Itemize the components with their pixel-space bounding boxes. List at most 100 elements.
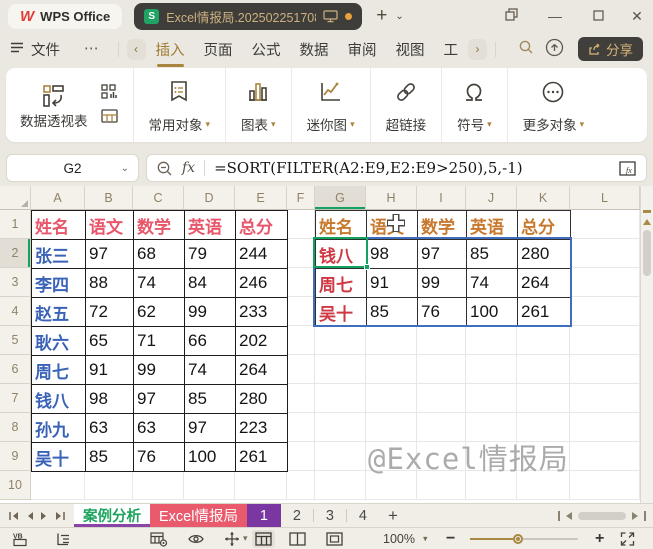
grid-cell-A10[interactable] [31, 471, 85, 500]
row-header-4[interactable]: 4 [0, 297, 31, 326]
wps-home-button[interactable]: W WPS Office [8, 4, 122, 29]
column-header-J[interactable]: J [466, 186, 517, 210]
outline-pane-button[interactable] [55, 531, 71, 546]
grid-cell-G5[interactable] [315, 326, 366, 355]
ribbon-scroll-left-button[interactable]: ‹ [127, 39, 146, 60]
fx-table-icon[interactable]: fx [618, 160, 637, 177]
grid-cell-K10[interactable] [517, 471, 570, 500]
table-cell[interactable]: 261 [236, 443, 288, 472]
table-cell[interactable]: 97 [418, 240, 467, 269]
table-header-cell[interactable]: 总分 [236, 211, 288, 240]
row-header-1[interactable]: 1 [0, 210, 31, 239]
table-cell[interactable]: 202 [236, 327, 288, 356]
pivot-table-button[interactable]: 数据透视表 [20, 83, 88, 130]
grid-cell-F1[interactable] [287, 210, 315, 239]
grid-cell-K5[interactable] [517, 326, 570, 355]
formula-input[interactable]: fx =SORT(FILTER(A2:E9,E2:E9>250),5,-1) f… [146, 154, 647, 182]
common-objects-button[interactable]: 常用对象▾ [133, 68, 226, 142]
table-cell[interactable]: 周七 [32, 356, 86, 385]
table-cell[interactable]: 261 [518, 298, 571, 327]
grid-cell-L3[interactable] [570, 268, 640, 297]
table-cell[interactable]: 233 [236, 298, 288, 327]
add-sheet-button[interactable]: + [379, 504, 407, 527]
sparkline-button[interactable]: 迷你图▾ [291, 68, 370, 142]
grid-cell-K8[interactable] [517, 413, 570, 442]
table-cell[interactable]: 223 [236, 414, 288, 443]
table-cell[interactable]: 76 [134, 443, 185, 472]
row-header-8[interactable]: 8 [0, 413, 31, 442]
column-header-G[interactable]: G [315, 186, 366, 210]
zoom-slider[interactable] [470, 538, 578, 540]
table-cell[interactable]: 76 [418, 298, 467, 327]
upload-cloud-icon[interactable] [545, 38, 564, 61]
vertical-scroll-thumb[interactable] [643, 230, 651, 276]
grid-cell-J7[interactable] [466, 384, 517, 413]
share-button[interactable]: 分享 [578, 37, 643, 61]
menu-tab-formulas[interactable]: 公式 [252, 34, 281, 65]
last-sheet-button[interactable] [54, 511, 66, 521]
table-cell[interactable]: 钱八 [316, 240, 367, 269]
scroll-left-icon[interactable] [566, 512, 572, 520]
grid-cell-G10[interactable] [315, 471, 366, 500]
grid-cell-L9[interactable] [570, 442, 640, 471]
grid-cell-J9[interactable] [466, 442, 517, 471]
table-cell[interactable]: 264 [236, 356, 288, 385]
selection-move-button[interactable]: ▾ [224, 531, 248, 547]
grid-cell-J5[interactable] [466, 326, 517, 355]
table-cell[interactable]: 85 [367, 298, 418, 327]
table-cell[interactable]: 97 [86, 240, 134, 269]
table-cell[interactable]: 99 [418, 269, 467, 298]
grid-cell-F10[interactable] [287, 471, 315, 500]
row-header-6[interactable]: 6 [0, 355, 31, 384]
menu-file[interactable]: 文件 [31, 39, 60, 60]
column-header-C[interactable]: C [133, 186, 184, 210]
sheet-tab-excel-intel[interactable]: Excel情报局 [150, 504, 247, 527]
select-all-corner[interactable] [0, 186, 31, 210]
table-cell[interactable]: 100 [185, 443, 236, 472]
table-cell[interactable]: 97 [185, 414, 236, 443]
search-icon[interactable] [518, 39, 534, 59]
zoom-slider-thumb[interactable] [513, 534, 523, 544]
table-cell[interactable]: 吴十 [316, 298, 367, 327]
window-maximize-button[interactable] [589, 7, 607, 25]
page-break-view-button[interactable] [326, 532, 343, 546]
table-header-cell[interactable]: 数学 [418, 211, 467, 240]
zoom-chevron-icon[interactable]: ▾ [423, 533, 428, 544]
table-header-cell[interactable]: 英语 [467, 211, 518, 240]
grid-cell-H8[interactable] [366, 413, 417, 442]
source-table[interactable]: 姓名语文数学英语总分张三976879244李四887484246赵五726299… [31, 210, 288, 472]
previous-sheet-button[interactable] [26, 511, 34, 521]
column-header-F[interactable]: F [287, 186, 315, 210]
row-header-9[interactable]: 9 [0, 442, 31, 471]
table-cell[interactable]: 李四 [32, 269, 86, 298]
result-table[interactable]: 姓名语文数学英语总分钱八989785280周七919974264吴十857610… [315, 210, 571, 327]
window-minimize-button[interactable]: — [546, 7, 564, 25]
grid-cell-L1[interactable] [570, 210, 640, 239]
grid-cell-H10[interactable] [366, 471, 417, 500]
grid-cell-L7[interactable] [570, 384, 640, 413]
table-header-cell[interactable]: 姓名 [32, 211, 86, 240]
grid-cell-F2[interactable] [287, 239, 315, 268]
horizontal-scrollbar[interactable] [558, 504, 653, 527]
page-layout-view-button[interactable] [289, 532, 306, 546]
row-header-2[interactable]: 2 [0, 239, 31, 268]
first-sheet-button[interactable] [8, 511, 20, 521]
table-cell[interactable]: 79 [185, 240, 236, 269]
table-cell[interactable]: 280 [236, 385, 288, 414]
chevron-down-icon[interactable]: ⌄ [121, 163, 129, 174]
table-cell[interactable]: 68 [134, 240, 185, 269]
grid-cell-F5[interactable] [287, 326, 315, 355]
hyperlink-button[interactable]: 超链接 [370, 68, 442, 142]
table-cell[interactable]: 耿六 [32, 327, 86, 356]
fullscreen-button[interactable] [620, 531, 635, 546]
grid-cell-L6[interactable] [570, 355, 640, 384]
horizontal-scroll-thumb[interactable] [578, 512, 626, 520]
grid-cell-C10[interactable] [133, 471, 184, 500]
menu-tab-review[interactable]: 审阅 [348, 34, 377, 65]
table-cell[interactable]: 85 [467, 240, 518, 269]
table-cell[interactable]: 74 [185, 356, 236, 385]
column-header-I[interactable]: I [417, 186, 466, 210]
zoom-level[interactable]: 100% [383, 532, 415, 546]
zoom-in-button[interactable]: + [595, 530, 604, 548]
table-cell[interactable]: 85 [86, 443, 134, 472]
